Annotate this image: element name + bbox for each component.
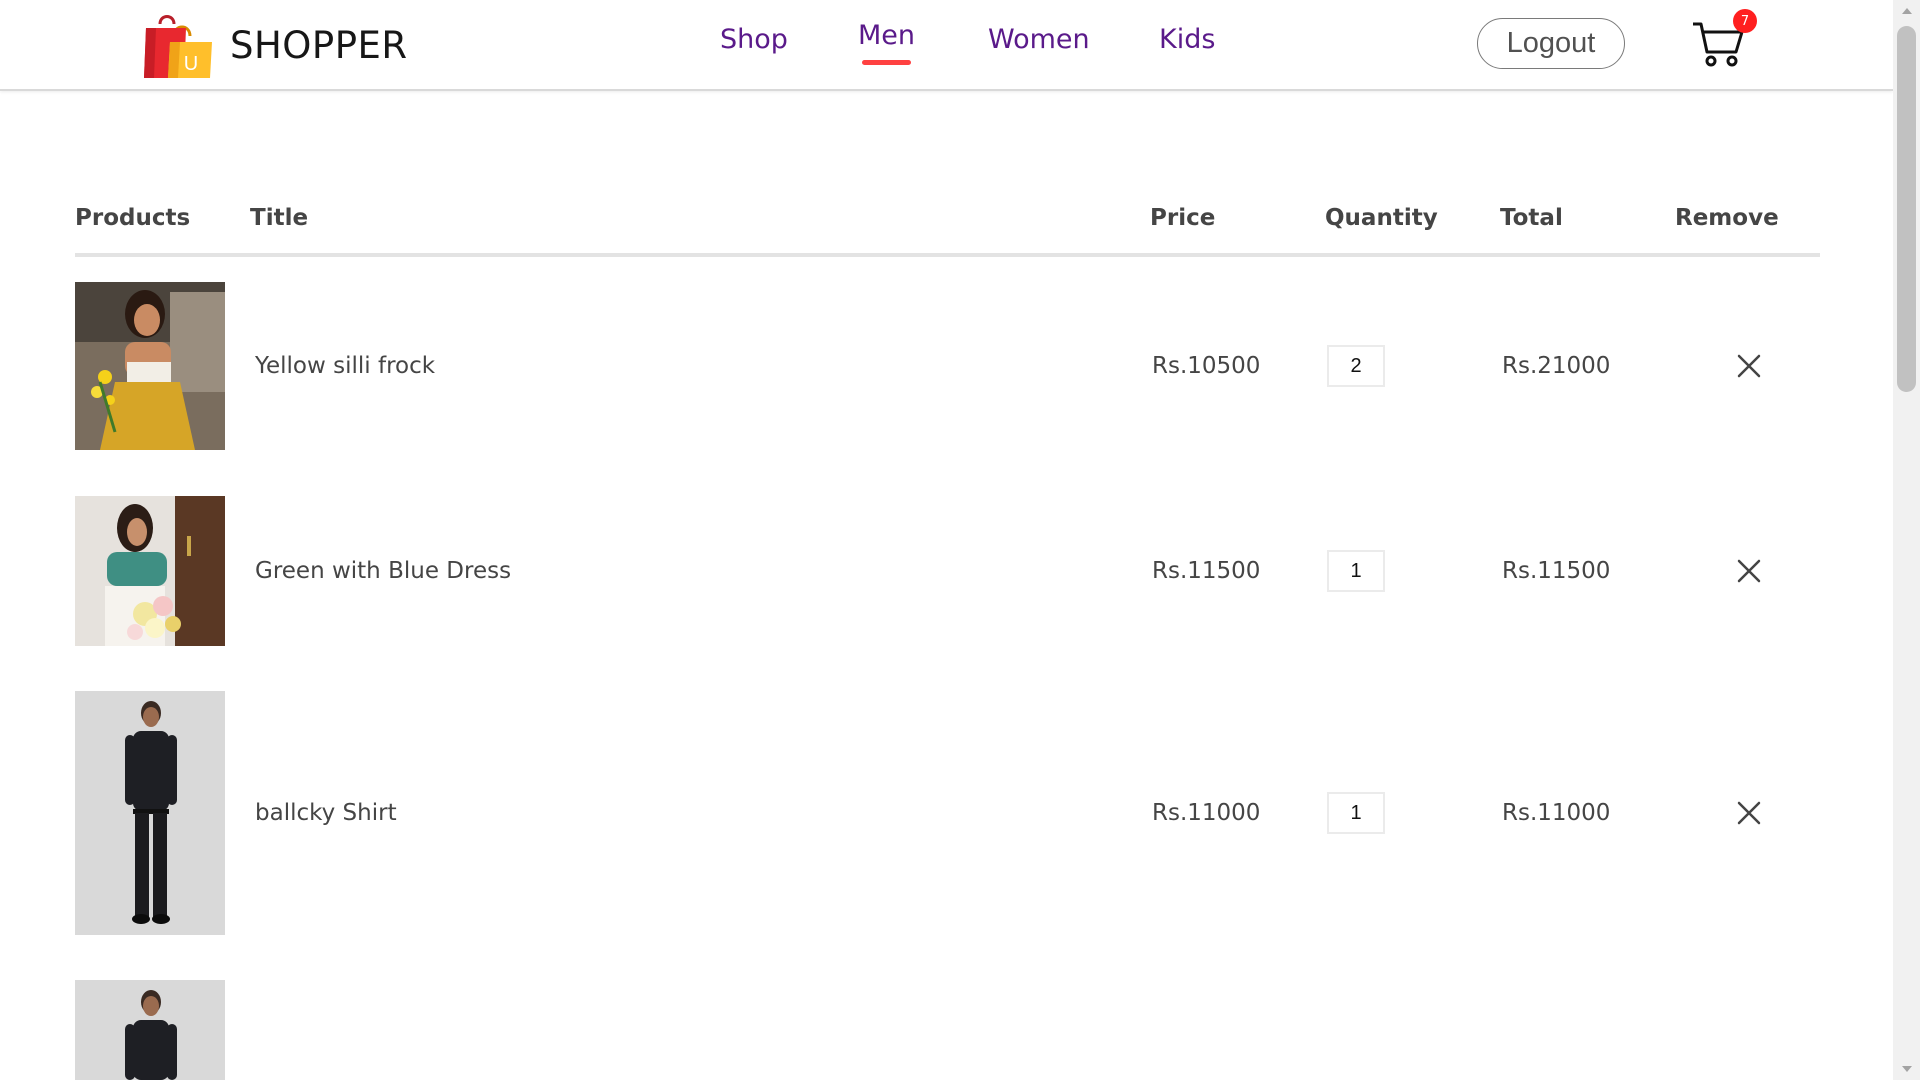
product-image[interactable] <box>75 980 225 1080</box>
product-price: Rs.11500 <box>1152 558 1261 584</box>
vertical-scrollbar[interactable] <box>1893 0 1920 1080</box>
table-row: Yellow silli frock Rs.10500 2 Rs.21000 <box>75 282 1820 450</box>
quantity-display[interactable]: 1 <box>1327 550 1385 592</box>
header-divider <box>75 253 1820 257</box>
table-row: Green with Blue Dress Rs.11500 1 Rs.1150… <box>75 496 1820 646</box>
scroll-down-arrow-icon[interactable] <box>1902 1066 1912 1072</box>
product-title: ballcky Shirt <box>255 800 397 826</box>
remove-icon[interactable] <box>1736 800 1762 826</box>
product-total: Rs.11000 <box>1502 800 1611 826</box>
woman-yellow-skirt-photo-icon <box>75 282 225 450</box>
product-image[interactable] <box>75 496 225 646</box>
header-products: Products <box>75 205 191 231</box>
header-title: Title <box>250 205 309 231</box>
remove-icon[interactable] <box>1736 353 1762 379</box>
cart-table: Products Title Price Quantity Total Remo… <box>75 0 1820 1080</box>
scroll-up-arrow-icon[interactable] <box>1902 8 1912 14</box>
header-price: Price <box>1150 205 1216 231</box>
product-title: Yellow silli frock <box>255 353 436 379</box>
product-total: Rs.11500 <box>1502 558 1611 584</box>
table-row: ballcky Shirt Rs.11000 1 Rs.11000 <box>75 691 1820 935</box>
product-total: Rs.21000 <box>1502 353 1611 379</box>
woman-green-top-flowers-photo-icon <box>75 496 225 646</box>
header-total: Total <box>1500 205 1563 231</box>
man-black-shirt-photo-icon <box>75 980 225 1080</box>
quantity-display[interactable]: 1 <box>1327 792 1385 834</box>
product-title: Green with Blue Dress <box>255 558 512 584</box>
product-price: Rs.10500 <box>1152 353 1261 379</box>
header-quantity: Quantity <box>1325 205 1438 231</box>
product-price: Rs.11000 <box>1152 800 1261 826</box>
product-image[interactable] <box>75 691 225 935</box>
product-image[interactable] <box>75 282 225 450</box>
remove-icon[interactable] <box>1736 558 1762 584</box>
header-remove: Remove <box>1675 205 1779 231</box>
man-black-shirt-photo-icon <box>75 691 225 935</box>
table-row <box>75 980 1820 1080</box>
scrollbar-thumb[interactable] <box>1897 26 1916 392</box>
quantity-display[interactable]: 2 <box>1327 345 1385 387</box>
